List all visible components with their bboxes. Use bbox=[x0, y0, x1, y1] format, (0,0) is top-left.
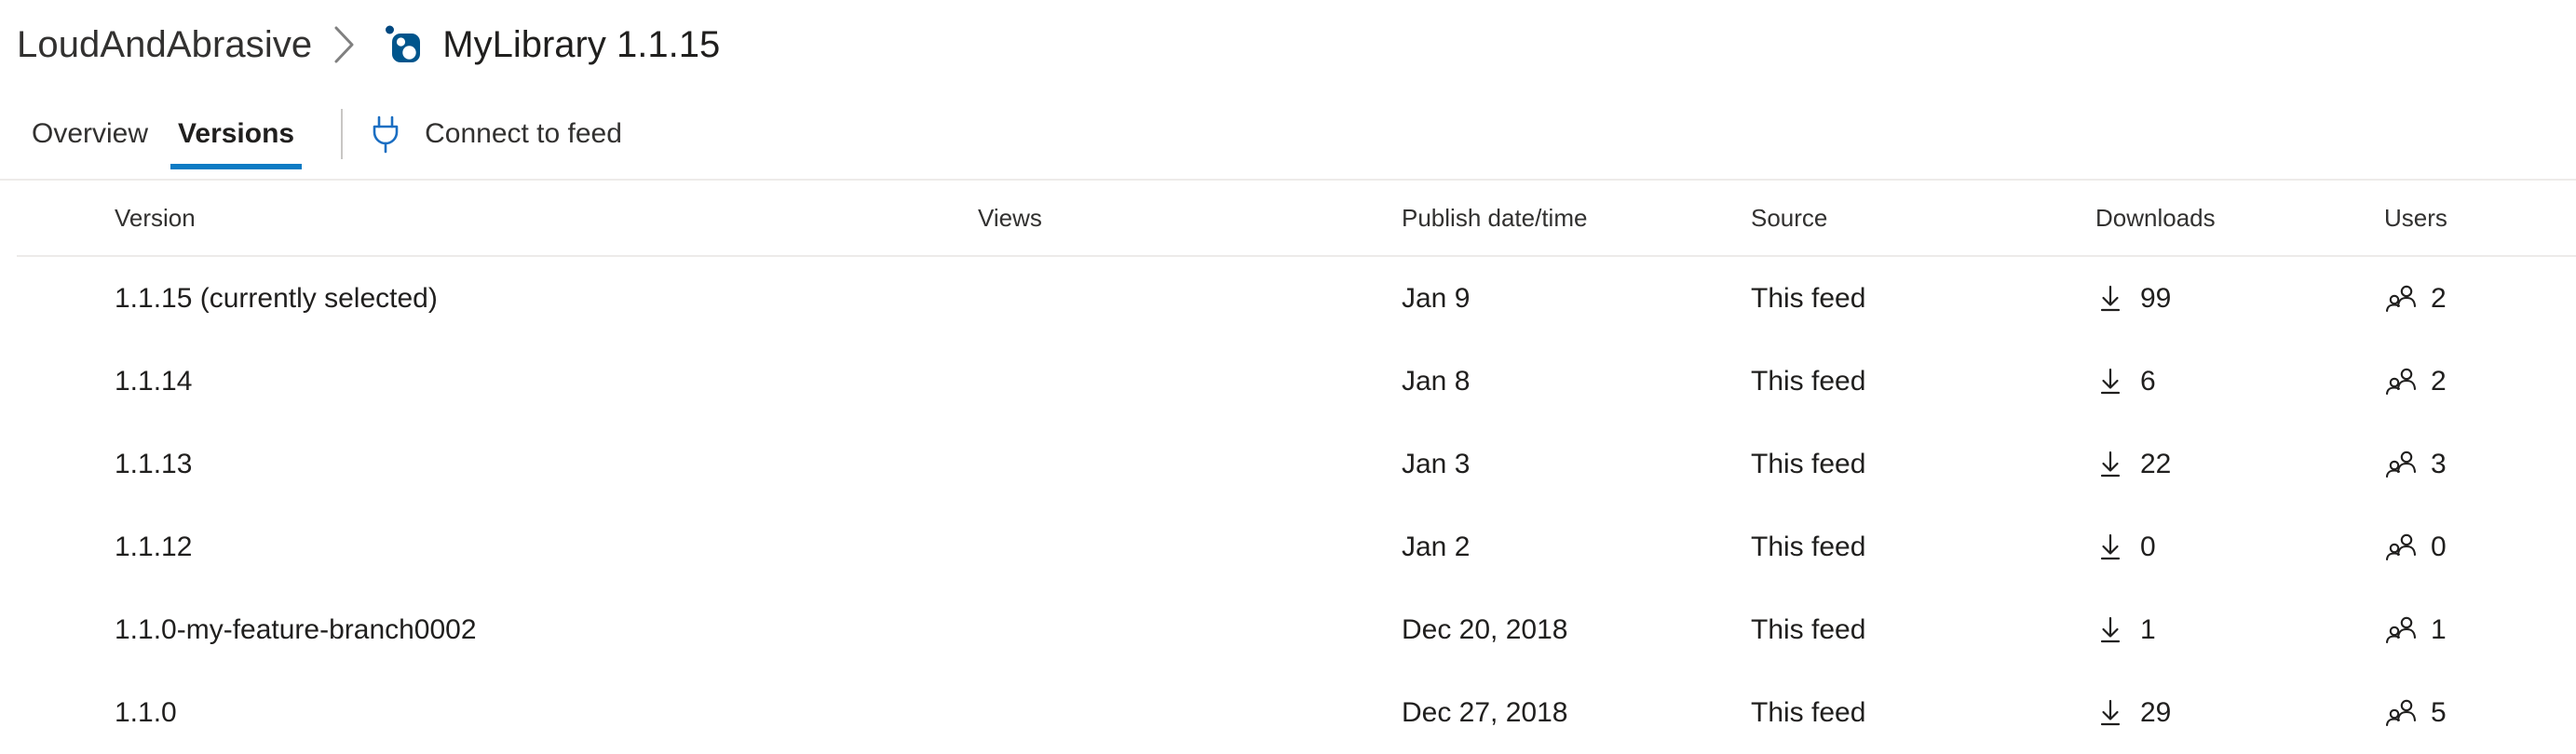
page-title: MyLibrary 1.1.15 bbox=[442, 23, 721, 65]
cell-downloads-value: 29 bbox=[2140, 696, 2172, 728]
connect-to-feed-button[interactable]: Connect to feed bbox=[367, 89, 622, 179]
column-header-version[interactable]: Version bbox=[0, 204, 978, 233]
people-icon bbox=[2384, 450, 2418, 479]
cell-users-value: 3 bbox=[2431, 448, 2447, 479]
download-arrow-icon bbox=[2095, 698, 2125, 728]
cell-downloads: 1 bbox=[2095, 614, 2384, 646]
column-header-views[interactable]: Views bbox=[978, 204, 1402, 233]
cell-source: This feed bbox=[1751, 282, 1866, 314]
cell-version: 1.1.15 (currently selected) bbox=[115, 282, 438, 314]
table-row[interactable]: 1.1.15 (currently selected) Jan 9 This f… bbox=[0, 257, 2576, 340]
tab-versions[interactable]: Versions bbox=[163, 89, 309, 179]
tab-versions-label: Versions bbox=[178, 118, 295, 149]
cell-users: 3 bbox=[2384, 449, 2570, 480]
versions-table: Version Views Publish date/time Source D… bbox=[0, 181, 2576, 754]
cell-publish-date: Jan 2 bbox=[1402, 531, 1471, 562]
cell-downloads-value: 99 bbox=[2140, 282, 2172, 314]
cell-downloads-value: 0 bbox=[2140, 531, 2156, 562]
cell-downloads: 6 bbox=[2095, 366, 2384, 397]
cell-downloads: 99 bbox=[2095, 283, 2384, 315]
download-arrow-icon bbox=[2095, 532, 2125, 562]
people-icon bbox=[2384, 615, 2418, 645]
cell-users-value: 5 bbox=[2431, 696, 2447, 728]
cell-users-value: 0 bbox=[2431, 531, 2447, 562]
table-row[interactable]: 1.1.13 Jan 3 This feed 22 3 bbox=[0, 423, 2576, 505]
chevron-right-icon bbox=[323, 23, 366, 66]
breadcrumb: LoudAndAbrasive MyLibrary 1.1.15 bbox=[0, 0, 2576, 89]
column-header-source[interactable]: Source bbox=[1751, 204, 2095, 233]
table-row[interactable]: 1.1.0-my-feature-branch0002 Dec 20, 2018… bbox=[0, 588, 2576, 671]
cell-users: 0 bbox=[2384, 532, 2570, 563]
cell-downloads: 0 bbox=[2095, 532, 2384, 563]
cell-users: 2 bbox=[2384, 283, 2570, 315]
cell-publish-date: Jan 9 bbox=[1402, 282, 1471, 314]
people-icon bbox=[2384, 284, 2418, 314]
download-arrow-icon bbox=[2095, 367, 2125, 397]
breadcrumb-feed-link[interactable]: LoudAndAbrasive bbox=[17, 24, 312, 66]
plug-icon bbox=[367, 114, 404, 155]
cell-version: 1.1.12 bbox=[115, 531, 193, 562]
package-versions-page: LoudAndAbrasive MyLibrary 1.1.15 Overvie… bbox=[0, 0, 2576, 753]
column-header-publish-date[interactable]: Publish date/time bbox=[1402, 204, 1751, 233]
cell-users: 5 bbox=[2384, 697, 2570, 729]
cell-source: This feed bbox=[1751, 365, 1866, 397]
cell-publish-date: Dec 20, 2018 bbox=[1402, 613, 1568, 645]
people-icon bbox=[2384, 532, 2418, 562]
cell-downloads-value: 1 bbox=[2140, 613, 2156, 645]
cell-users-value: 2 bbox=[2431, 365, 2447, 397]
people-icon bbox=[2384, 698, 2418, 728]
cell-version: 1.1.0 bbox=[115, 696, 177, 728]
cell-version: 1.1.14 bbox=[115, 365, 193, 397]
table-row[interactable]: 1.1.12 Jan 2 This feed 0 0 bbox=[0, 505, 2576, 588]
cell-publish-date: Dec 27, 2018 bbox=[1402, 696, 1568, 728]
table-row[interactable]: 1.1.14 Jan 8 This feed 6 2 bbox=[0, 340, 2576, 423]
toolbar-divider bbox=[341, 109, 344, 159]
people-icon bbox=[2384, 367, 2418, 397]
cell-downloads: 22 bbox=[2095, 449, 2384, 480]
tab-strip: Overview Versions Connect to feed bbox=[0, 89, 2576, 179]
cell-version: 1.1.13 bbox=[115, 448, 193, 479]
nuget-package-icon bbox=[383, 23, 426, 66]
download-arrow-icon bbox=[2095, 450, 2125, 479]
table-header-row: Version Views Publish date/time Source D… bbox=[0, 181, 2576, 255]
cell-users: 1 bbox=[2384, 614, 2570, 646]
cell-publish-date: Jan 3 bbox=[1402, 448, 1471, 479]
table-row[interactable]: 1.1.0 Dec 27, 2018 This feed 29 5 bbox=[0, 671, 2576, 754]
connect-to-feed-label: Connect to feed bbox=[425, 118, 622, 149]
cell-publish-date: Jan 8 bbox=[1402, 365, 1471, 397]
tab-overview-label: Overview bbox=[32, 118, 149, 149]
column-header-downloads[interactable]: Downloads bbox=[2095, 204, 2384, 233]
cell-users-value: 1 bbox=[2431, 613, 2447, 645]
tab-overview[interactable]: Overview bbox=[17, 89, 163, 179]
cell-version: 1.1.0-my-feature-branch0002 bbox=[115, 613, 477, 645]
cell-source: This feed bbox=[1751, 531, 1866, 562]
cell-source: This feed bbox=[1751, 448, 1866, 479]
download-arrow-icon bbox=[2095, 615, 2125, 645]
download-arrow-icon bbox=[2095, 284, 2125, 314]
column-header-users[interactable]: Users bbox=[2384, 204, 2570, 233]
cell-users: 2 bbox=[2384, 366, 2570, 397]
cell-downloads-value: 22 bbox=[2140, 448, 2172, 479]
cell-users-value: 2 bbox=[2431, 282, 2447, 314]
cell-source: This feed bbox=[1751, 613, 1866, 645]
cell-downloads: 29 bbox=[2095, 697, 2384, 729]
cell-downloads-value: 6 bbox=[2140, 365, 2156, 397]
cell-source: This feed bbox=[1751, 696, 1866, 728]
